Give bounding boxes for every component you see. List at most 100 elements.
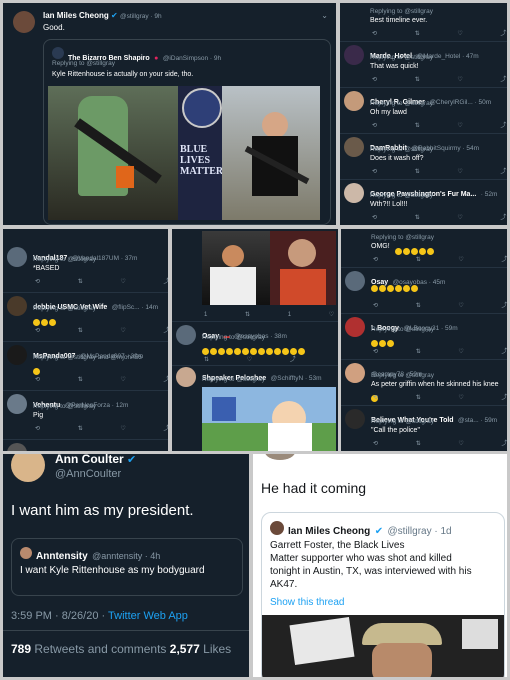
tweet-actions[interactable]: ⟲ ⇅ ♡ ⤴ xyxy=(373,438,507,447)
tweet-actions[interactable]: ⟲ ⇅ ♡ ⤴ xyxy=(35,423,168,432)
source-app-link[interactable]: Twitter Web App xyxy=(108,610,188,622)
replying-to[interactable]: Replying to @stillgray and @mjohn55 xyxy=(33,354,142,361)
quoted-image[interactable]: BLUE LIVES MATTER xyxy=(48,86,320,220)
tweet-actions[interactable]: ⟲ ⇅ ♡ ⤴ xyxy=(35,276,168,285)
tweet-actions[interactable]: ⟲ ⇅ ♡ ⤴ xyxy=(372,166,507,175)
chevron-down-icon[interactable]: ⌄ xyxy=(321,11,328,20)
sign-text: LIVES xyxy=(180,155,211,166)
like-label: Likes xyxy=(203,642,232,656)
quoted-text-line: Garrett Foster, the Black Lives xyxy=(270,540,405,551)
avatar[interactable] xyxy=(13,11,35,33)
replying-to[interactable]: Replying to @stillgray xyxy=(371,372,434,379)
quoted-text-line: tonight in Austin, TX, was interviewed w… xyxy=(270,566,472,577)
avatar[interactable] xyxy=(344,183,364,203)
reply-text: Best timeline ever. xyxy=(370,17,428,24)
replying-to[interactable]: Replying to @stillgray xyxy=(33,305,96,312)
like-count[interactable]: 2,577 xyxy=(170,642,200,656)
tweet-actions[interactable]: 1 ⇅ 1 ♡ ⤴ xyxy=(204,309,338,318)
avatar xyxy=(20,547,32,559)
quoted-author-name: Anntensity xyxy=(36,551,88,562)
quoted-image[interactable] xyxy=(262,615,504,677)
avatar[interactable] xyxy=(344,137,364,157)
tweet-actions[interactable]: ⟲ ⇅ ♡ ⤴ xyxy=(373,392,507,401)
avatar[interactable] xyxy=(344,91,364,111)
tweet-actions[interactable]: ⟲ ⇅ ♡ ⤴ xyxy=(373,300,507,309)
rose-icon: ● xyxy=(154,55,159,62)
quoted-author-handle: @anntensity · 4h xyxy=(92,551,161,561)
avatar[interactable] xyxy=(7,345,27,365)
avatar[interactable] xyxy=(345,271,365,291)
reply-text: *BASED xyxy=(33,265,60,272)
author-name[interactable]: Ian Miles Cheong xyxy=(43,11,109,20)
reply-author-handle: @flipSc... · 14m xyxy=(111,304,159,311)
reply-text: Pig xyxy=(33,412,44,419)
avatar[interactable] xyxy=(265,454,295,460)
tweet-actions[interactable]: ⟲ ⇅ ♡ ⤴ xyxy=(373,254,507,263)
author-name[interactable]: Ann Coulter xyxy=(55,454,124,466)
avatar[interactable] xyxy=(345,317,365,337)
quoted-author-name: Ian Miles Cheong xyxy=(288,526,371,537)
panel-main-tweet: Ian Miles Cheong ✔ @stillgray · 9h Good.… xyxy=(3,3,336,225)
panel-replies-far-right: Replying to @stillgrayOMG!⟲ ⇅ ♡ ⤴Osay @o… xyxy=(341,229,507,451)
avatar[interactable] xyxy=(7,247,27,267)
avatar[interactable] xyxy=(344,45,364,65)
reply-author-handle: @SchifftyN · 53m xyxy=(270,375,322,382)
replying-to[interactable]: Replying to @stillgray xyxy=(33,256,96,263)
quoted-tweet[interactable]: Anntensity @anntensity · 4h I want Kyle … xyxy=(11,538,243,596)
avatar[interactable] xyxy=(7,394,27,414)
replying-to[interactable]: Replying to @stillgray xyxy=(202,376,265,383)
tweet-timestamp: 3:59 PM · 8/26/20 · xyxy=(11,610,109,622)
avatar[interactable] xyxy=(11,454,45,482)
author-handle: @stillgray · 9h xyxy=(119,13,162,20)
reply-text: That was quick! xyxy=(370,63,419,70)
replying-to[interactable]: Replying to @stillgray xyxy=(370,100,433,107)
tweet-actions[interactable]: ⟲ ⇅ ♡ ⤴ xyxy=(372,28,507,37)
tweet-actions[interactable]: ⟲ ⇅ ♡ ⤴ xyxy=(372,212,507,221)
replying-to[interactable]: Replying to @stillgray xyxy=(371,418,434,425)
avatar[interactable] xyxy=(345,409,365,429)
avatar[interactable] xyxy=(176,325,196,345)
replying-to: Replying to @stillgray xyxy=(52,60,115,67)
tweet-actions[interactable]: ⟲ ⇅ ♡ ⤴ xyxy=(373,346,507,355)
quoted-tweet-text: I want Kyle Rittenhouse as my bodyguard xyxy=(20,565,205,576)
verified-icon: ✔ xyxy=(374,526,384,537)
verified-icon: ✔ xyxy=(127,454,137,466)
tweet-actions[interactable]: ⟲ ⇅ ♡ ⤴ xyxy=(35,325,168,334)
replying-to[interactable]: Replying to @stillgray xyxy=(371,234,434,241)
quoted-tweet[interactable]: The Bizarro Ben Shapiro ● @iDanSimpson ·… xyxy=(43,39,331,225)
tweet-actions[interactable]: ⟲ ⇅ ♡ ⤴ xyxy=(372,120,507,129)
panel-replies-middle: 1 ⇅ 1 ♡ ⤴ Osay ▬ @osayobas · 38m Replyin… xyxy=(172,229,338,451)
replying-to[interactable]: Replying to @stillgray xyxy=(370,192,433,199)
reply-text: Oh my lawd xyxy=(370,109,407,116)
replying-to[interactable]: Replying to @stillgray xyxy=(370,146,433,153)
avatar[interactable] xyxy=(176,367,196,387)
tweet-actions[interactable]: ⟲ ⇅ ♡ ⤴ xyxy=(35,374,168,383)
replying-to[interactable]: Replying to @stillgray xyxy=(371,326,434,333)
retweet-label: Retweets and comments xyxy=(34,642,167,656)
replying-to[interactable]: Replying to @stillgray xyxy=(370,8,433,15)
quoted-text-line: AK47. xyxy=(270,579,298,590)
reply-text: "Call the police" xyxy=(371,427,420,434)
avatar[interactable] xyxy=(7,443,27,451)
meme-image[interactable] xyxy=(202,231,336,305)
sign-text: BLUE xyxy=(180,144,208,155)
quoted-tweet[interactable]: Ian Miles Cheong ✔ @stillgray · 1d Garre… xyxy=(261,512,505,677)
avatar[interactable] xyxy=(345,363,365,383)
replying-to[interactable]: Replying to @stillgray xyxy=(370,54,433,61)
tweet-text: I want him as my president. xyxy=(11,502,194,519)
reply-text: Wth?!! Lol!!! xyxy=(370,201,408,208)
replying-to[interactable]: Replying to @stillgray xyxy=(33,403,96,410)
reply-text: As peter griffin when he skinned his kne… xyxy=(371,381,499,388)
tweet-actions[interactable]: ⇅ ♡ ⤴ xyxy=(204,354,314,363)
retweet-count[interactable]: 789 xyxy=(11,642,31,656)
tweet-actions[interactable]: ⟲ ⇅ ♡ ⤴ xyxy=(372,74,507,83)
reply-author-handle: · 52m xyxy=(480,191,498,198)
quoted-text-line: Matter supporter who was shot and killed xyxy=(270,553,452,564)
avatar[interactable] xyxy=(7,296,27,316)
show-thread-link[interactable]: Show this thread xyxy=(270,597,345,608)
reply-text: OMG! xyxy=(371,243,390,250)
cartoon-image[interactable] xyxy=(202,387,336,451)
verified-icon: ✔ xyxy=(111,11,118,20)
replying-to[interactable]: Replying to @stillgray xyxy=(202,334,265,341)
panel-replies-right: Replying to @stillgray Best timeline ever… xyxy=(340,3,507,225)
